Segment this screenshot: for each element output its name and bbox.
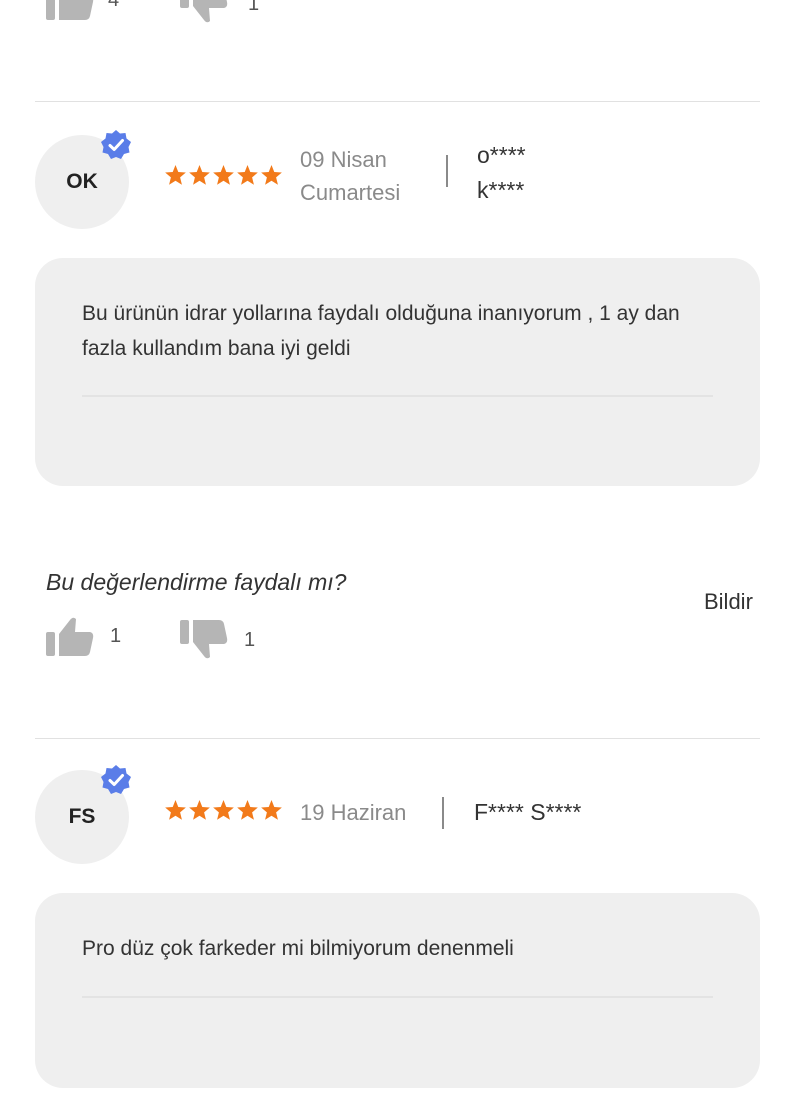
star-icon <box>261 799 282 820</box>
star-icon <box>213 799 234 820</box>
thumbs-up-icon <box>44 0 96 22</box>
dislike-count: 1 <box>248 0 260 15</box>
star-icon <box>237 164 258 185</box>
reviewer-name: o**** k**** <box>477 138 526 208</box>
star-icon <box>213 164 234 185</box>
reviewer-name-first: o**** <box>477 142 526 168</box>
review-date-weekday: Cumartesi <box>300 180 401 205</box>
card-divider <box>82 996 713 998</box>
like-button-top[interactable]: 4 <box>44 0 119 22</box>
dislike-button[interactable]: 1 <box>178 618 255 662</box>
star-rating <box>164 799 283 822</box>
helpful-question: Bu değerlendirme faydalı mı? <box>46 569 347 595</box>
review-text: Pro düz çok farkeder mi bilmiyorum denen… <box>82 937 514 960</box>
avatar-initials: FS <box>68 805 96 828</box>
verified-badge-icon <box>100 764 132 796</box>
like-count: 4 <box>108 0 119 12</box>
star-icon <box>189 799 210 820</box>
verified-badge-icon <box>100 129 132 161</box>
star-icon <box>261 164 282 185</box>
review-card: Bu ürünün idrar yollarına faydalı olduğu… <box>35 258 760 486</box>
meta-separator <box>446 155 448 187</box>
review-date: 19 Haziran <box>300 800 407 825</box>
star-icon <box>237 799 258 820</box>
report-button[interactable]: Bildir <box>704 589 753 615</box>
like-count: 1 <box>110 624 122 647</box>
thumbs-down-icon <box>178 0 230 26</box>
thumbs-down-icon <box>178 618 230 662</box>
card-divider <box>82 395 713 397</box>
star-rating <box>164 164 283 187</box>
avatar: FS <box>35 765 131 864</box>
review-card: Pro düz çok farkeder mi bilmiyorum denen… <box>35 893 760 1088</box>
like-button[interactable]: 1 <box>44 614 121 658</box>
thumbs-up-icon <box>44 614 96 658</box>
avatar-initials: OK <box>66 170 98 193</box>
review-date-day: 09 Nisan <box>300 147 387 172</box>
review-divider <box>35 738 760 739</box>
reviewer-name: F**** S**** <box>474 799 582 825</box>
reviewer-name-last: k**** <box>477 177 525 203</box>
star-icon <box>189 164 210 185</box>
review-date: 09 Nisan Cumartesi <box>300 143 400 209</box>
dislike-button-top[interactable]: 1 <box>178 0 259 26</box>
avatar: OK <box>35 130 131 229</box>
dislike-count: 1 <box>244 628 256 651</box>
star-icon <box>165 164 186 185</box>
meta-separator <box>442 797 444 829</box>
review-text: Bu ürünün idrar yollarına faydalı olduğu… <box>82 302 680 360</box>
star-icon <box>165 799 186 820</box>
review-divider <box>35 101 760 102</box>
